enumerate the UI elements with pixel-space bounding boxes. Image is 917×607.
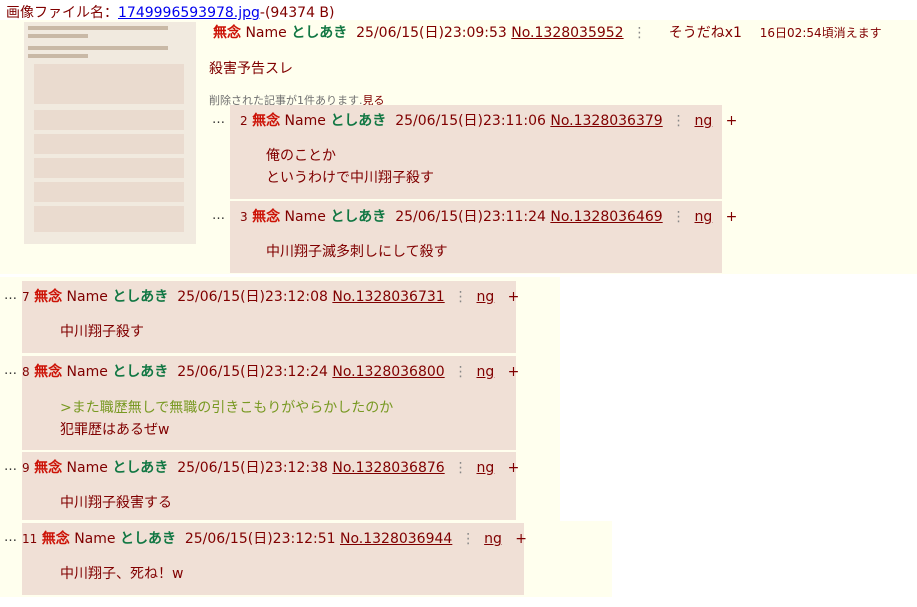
reply-name-label: Name bbox=[66, 289, 108, 305]
file-info: 画像ファイル名：1749996593978.jpg-(94374 B) bbox=[6, 2, 335, 22]
reply-post: 11 無念 Name としあき 25/06/15(日)23:12:51 No.1… bbox=[22, 523, 527, 595]
reply-date: 25/06/15(日)23:12:38 bbox=[177, 460, 328, 476]
op-body: 殺害予告スレ bbox=[209, 61, 293, 77]
reply-subject: 無念 bbox=[34, 364, 63, 380]
reply-ellipsis: … bbox=[4, 288, 17, 303]
reply-index: 8 bbox=[22, 365, 30, 379]
reply-plus-button[interactable]: + bbox=[726, 209, 738, 225]
file-link[interactable]: 1749996593978.jpg bbox=[118, 5, 260, 21]
reply-menu-icon[interactable]: ⋮ bbox=[454, 289, 468, 305]
reply-ellipsis: … bbox=[212, 112, 225, 127]
reply-header: 3 無念 Name としあき 25/06/15(日)23:11:24 No.13… bbox=[240, 206, 737, 226]
reply-name: としあき bbox=[112, 460, 169, 476]
reply-name-label: Name bbox=[66, 460, 108, 476]
reply-header: 7 無念 Name としあき 25/06/15(日)23:12:08 No.13… bbox=[22, 286, 519, 306]
reply-post-number[interactable]: No.1328036469 bbox=[550, 209, 662, 225]
op-sodane[interactable]: そうだねx1 bbox=[669, 25, 742, 41]
reply-subject: 無念 bbox=[41, 531, 70, 547]
op-name: としあき bbox=[291, 25, 348, 41]
reply-index: 3 bbox=[240, 210, 248, 224]
reply-name-label: Name bbox=[74, 531, 116, 547]
reply-ng-button[interactable]: ng bbox=[695, 113, 713, 129]
op-post-number[interactable]: No.1328035952 bbox=[511, 25, 623, 41]
reply-name: としあき bbox=[330, 113, 387, 129]
reply-ng-button[interactable]: ng bbox=[477, 460, 495, 476]
reply-subject: 無念 bbox=[252, 209, 281, 225]
reply-ellipsis: … bbox=[4, 530, 17, 545]
reply-index: 2 bbox=[240, 114, 248, 128]
reply-ellipsis: … bbox=[4, 459, 17, 474]
reply-menu-icon[interactable]: ⋮ bbox=[461, 531, 475, 547]
reply-menu-icon[interactable]: ⋮ bbox=[672, 209, 686, 225]
reply-quote-line: >また職歴無しで無職の引きこもりがやらかしたのか bbox=[60, 400, 394, 416]
reply-post-number[interactable]: No.1328036379 bbox=[550, 113, 662, 129]
reply-name-label: Name bbox=[66, 364, 108, 380]
reply-ellipsis: … bbox=[212, 208, 225, 223]
reply-name: としあき bbox=[112, 364, 169, 380]
reply-date: 25/06/15(日)23:11:06 bbox=[395, 113, 546, 129]
reply-post: 2 無念 Name としあき 25/06/15(日)23:11:06 No.13… bbox=[230, 105, 737, 199]
op-menu-icon[interactable]: ⋮ bbox=[633, 25, 647, 41]
reply-ng-button[interactable]: ng bbox=[484, 531, 502, 547]
reply-name-label: Name bbox=[284, 209, 326, 225]
reply-date: 25/06/15(日)23:12:51 bbox=[184, 531, 336, 547]
file-label: 画像ファイル名： bbox=[6, 5, 118, 21]
reply-plus-button[interactable]: + bbox=[508, 460, 520, 476]
reply-menu-icon[interactable]: ⋮ bbox=[672, 113, 686, 129]
reply-name: としあき bbox=[112, 289, 169, 305]
op-subject: 無念 bbox=[213, 25, 241, 41]
op-date: 25/06/15(日)23:09:53 bbox=[356, 25, 507, 41]
reply-name-label: Name bbox=[284, 113, 326, 129]
reply-date: 25/06/15(日)23:12:24 bbox=[177, 364, 328, 380]
reply-index: 7 bbox=[22, 290, 30, 304]
reply-ng-button[interactable]: ng bbox=[477, 364, 495, 380]
file-size: -(94374 B) bbox=[259, 5, 335, 21]
reply-subject: 無念 bbox=[34, 460, 63, 476]
reply-subject: 無念 bbox=[34, 289, 63, 305]
op-thumbnail[interactable] bbox=[24, 22, 196, 244]
reply-post: 7 無念 Name としあき 25/06/15(日)23:12:08 No.13… bbox=[22, 281, 519, 353]
reply-index: 9 bbox=[22, 461, 30, 475]
reply-menu-icon[interactable]: ⋮ bbox=[454, 364, 468, 380]
reply-plus-button[interactable]: + bbox=[508, 289, 520, 305]
op-name-label: Name bbox=[245, 25, 287, 41]
reply-body-line: 中川翔子滅多刺しにして殺す bbox=[266, 244, 448, 260]
reply-date: 25/06/15(日)23:11:24 bbox=[395, 209, 546, 225]
reply-header: 9 無念 Name としあき 25/06/15(日)23:12:38 No.13… bbox=[22, 457, 519, 477]
op-expire: 16日02:54頃消えます bbox=[759, 26, 882, 40]
reply-ng-button[interactable]: ng bbox=[477, 289, 495, 305]
reply-body-line: というわけで中川翔子殺す bbox=[266, 170, 434, 186]
reply-plus-button[interactable]: + bbox=[508, 364, 520, 380]
reply-post-number[interactable]: No.1328036800 bbox=[332, 364, 444, 380]
reply-post: 3 無念 Name としあき 25/06/15(日)23:11:24 No.13… bbox=[230, 201, 737, 273]
reply-plus-button[interactable]: + bbox=[515, 531, 527, 547]
reply-subject: 無念 bbox=[252, 113, 281, 129]
reply-plus-button[interactable]: + bbox=[726, 113, 738, 129]
reply-body-line: 中川翔子殺害する bbox=[60, 495, 172, 511]
reply-header: 8 無念 Name としあき 25/06/15(日)23:12:24 No.13… bbox=[22, 361, 519, 381]
reply-post-number[interactable]: No.1328036944 bbox=[340, 531, 452, 547]
reply-body-line: 俺のことか bbox=[266, 148, 336, 164]
reply-post: 9 無念 Name としあき 25/06/15(日)23:12:38 No.13… bbox=[22, 452, 519, 520]
op-header: 無念 Name としあき 25/06/15(日)23:09:53 No.1328… bbox=[213, 22, 882, 42]
reply-body-line: 中川翔子殺す bbox=[60, 324, 144, 340]
reply-post-number[interactable]: No.1328036876 bbox=[332, 460, 444, 476]
reply-name: としあき bbox=[119, 531, 176, 547]
reply-header: 2 無念 Name としあき 25/06/15(日)23:11:06 No.13… bbox=[240, 110, 737, 130]
reply-body-line: 中川翔子、死ね！w bbox=[60, 566, 184, 582]
reply-header: 11 無念 Name としあき 25/06/15(日)23:12:51 No.1… bbox=[22, 528, 527, 548]
reply-date: 25/06/15(日)23:12:08 bbox=[177, 289, 328, 305]
reply-post-number[interactable]: No.1328036731 bbox=[332, 289, 444, 305]
reply-index: 11 bbox=[22, 532, 38, 546]
reply-menu-icon[interactable]: ⋮ bbox=[454, 460, 468, 476]
reply-ng-button[interactable]: ng bbox=[695, 209, 713, 225]
reply-body-line: 犯罪歴はあるぜw bbox=[60, 422, 170, 438]
reply-name: としあき bbox=[330, 209, 387, 225]
reply-ellipsis: … bbox=[4, 363, 17, 378]
reply-post: 8 無念 Name としあき 25/06/15(日)23:12:24 No.13… bbox=[22, 356, 519, 450]
